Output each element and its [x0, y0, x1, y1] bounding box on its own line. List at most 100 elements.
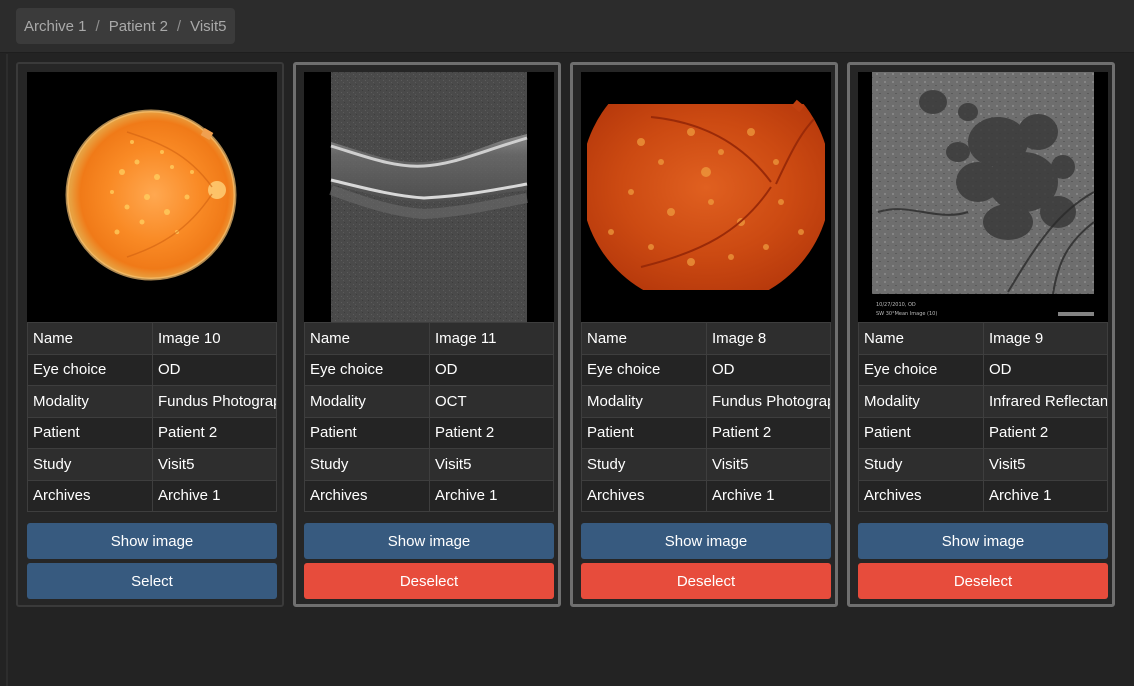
table-row: Archives Archive 1 — [27, 479, 277, 512]
table-row: Patient Patient 2 — [858, 416, 1108, 449]
table-row: Study Visit5 — [27, 448, 277, 481]
field-label: Patient — [858, 416, 984, 449]
table-row: Study Visit5 — [304, 448, 554, 481]
image-card-selected: 10/27/2010, OD SW 30°Mean Image (10) Nam… — [847, 62, 1115, 607]
table-row: Name Image 9 — [858, 322, 1108, 355]
field-value: Patient 2 — [706, 416, 831, 449]
field-label: Archives — [581, 479, 707, 512]
image-card-selected: Name Image 8 Eye choice OD Modality Fundus … — [570, 62, 838, 607]
table-row: Name Image 11 — [304, 322, 554, 355]
show-image-button[interactable]: Show image — [858, 523, 1108, 559]
breadcrumb-archive[interactable]: Archive 1 — [24, 18, 87, 35]
field-label: Eye choice — [581, 353, 707, 386]
field-value: Archive 1 — [429, 479, 554, 512]
table-row: Eye choice OD — [858, 353, 1108, 386]
field-value: Image 10 — [152, 322, 277, 355]
field-label: Patient — [581, 416, 707, 449]
field-label: Archives — [304, 479, 430, 512]
breadcrumb: Archive 1 / Patient 2 / Visit5 — [16, 8, 235, 44]
table-row: Patient Patient 2 — [27, 416, 277, 449]
field-value: OD — [429, 353, 554, 386]
field-label: Name — [27, 322, 153, 355]
field-value: Archive 1 — [706, 479, 831, 512]
field-value: OD — [706, 353, 831, 386]
field-label: Study — [858, 448, 984, 481]
deselect-button[interactable]: Deselect — [581, 563, 831, 599]
table-row: Patient Patient 2 — [304, 416, 554, 449]
show-image-button[interactable]: Show image — [27, 523, 277, 559]
field-value: Archive 1 — [152, 479, 277, 512]
oct-image[interactable] — [304, 72, 554, 322]
image-caption: 10/27/2010, OD — [876, 302, 916, 308]
top-bar: Archive 1 / Patient 2 / Visit5 — [0, 0, 1134, 53]
field-value: Patient 2 — [983, 416, 1108, 449]
table-row: Modality OCT — [304, 385, 554, 418]
field-label: Study — [27, 448, 153, 481]
field-value: Infrared Reflectan — [983, 385, 1108, 418]
field-value: Visit5 — [429, 448, 554, 481]
image-info-table: Name Image 8 Eye choice OD Modality Fundus … — [581, 322, 831, 512]
field-label: Study — [304, 448, 430, 481]
field-label: Modality — [581, 385, 707, 418]
field-value: Image 11 — [429, 322, 554, 355]
field-value: Visit5 — [706, 448, 831, 481]
field-value: Fundus Photograp — [152, 385, 277, 418]
field-label: Archives — [27, 479, 153, 512]
table-row: Archives Archive 1 — [304, 479, 554, 512]
table-row: Name Image 10 — [27, 322, 277, 355]
field-label: Eye choice — [304, 353, 430, 386]
image-card: Name Image 10 Eye choice OD Modality Fundus… — [16, 62, 284, 607]
field-label: Eye choice — [27, 353, 153, 386]
table-row: Study Visit5 — [581, 448, 831, 481]
field-label: Study — [581, 448, 707, 481]
table-row: Modality Fundus Photograp — [27, 385, 277, 418]
field-label: Patient — [27, 416, 153, 449]
fundus-image[interactable] — [581, 72, 831, 322]
image-info-table: Name Image 10 Eye choice OD Modality Fundus… — [27, 322, 277, 512]
field-label: Archives — [858, 479, 984, 512]
field-label: Patient — [304, 416, 430, 449]
breadcrumb-patient[interactable]: Patient 2 — [109, 18, 168, 35]
image-info-table: Name Image 9 Eye choice OD Modality Infrare… — [858, 322, 1108, 512]
image-info-table: Name Image 11 Eye choice OD Modality OCT Pa… — [304, 322, 554, 512]
field-value: Patient 2 — [429, 416, 554, 449]
table-row: Eye choice OD — [304, 353, 554, 386]
table-row: Study Visit5 — [858, 448, 1108, 481]
select-button[interactable]: Select — [27, 563, 277, 599]
field-value: Image 9 — [983, 322, 1108, 355]
field-label: Name — [304, 322, 430, 355]
field-value: Image 8 — [706, 322, 831, 355]
field-value: Visit5 — [152, 448, 277, 481]
field-value: OD — [983, 353, 1108, 386]
table-row: Modality Fundus Photograp — [581, 385, 831, 418]
field-label: Name — [581, 322, 707, 355]
field-value: OCT — [429, 385, 554, 418]
table-row: Archives Archive 1 — [858, 479, 1108, 512]
image-card-selected: Name Image 11 Eye choice OD Modality OCT Pa… — [293, 62, 561, 607]
table-row: Modality Infrared Reflectan — [858, 385, 1108, 418]
table-row: Name Image 8 — [581, 322, 831, 355]
deselect-button[interactable]: Deselect — [304, 563, 554, 599]
infrared-image[interactable]: 10/27/2010, OD SW 30°Mean Image (10) — [858, 72, 1108, 322]
field-label: Modality — [858, 385, 984, 418]
table-row: Eye choice OD — [581, 353, 831, 386]
field-label: Eye choice — [858, 353, 984, 386]
breadcrumb-separator: / — [95, 17, 100, 35]
field-value: OD — [152, 353, 277, 386]
show-image-button[interactable]: Show image — [304, 523, 554, 559]
field-label: Modality — [304, 385, 430, 418]
table-row: Archives Archive 1 — [581, 479, 831, 512]
table-row: Eye choice OD — [27, 353, 277, 386]
field-value: Archive 1 — [983, 479, 1108, 512]
table-row: Patient Patient 2 — [581, 416, 831, 449]
field-value: Visit5 — [983, 448, 1108, 481]
fundus-image[interactable] — [27, 72, 277, 322]
field-label: Modality — [27, 385, 153, 418]
image-subcaption: SW 30°Mean Image (10) — [876, 311, 937, 317]
breadcrumb-visit[interactable]: Visit5 — [190, 18, 226, 35]
field-value: Patient 2 — [152, 416, 277, 449]
deselect-button[interactable]: Deselect — [858, 563, 1108, 599]
breadcrumb-separator: / — [176, 17, 182, 35]
show-image-button[interactable]: Show image — [581, 523, 831, 559]
field-value: Fundus Photograp — [706, 385, 831, 418]
